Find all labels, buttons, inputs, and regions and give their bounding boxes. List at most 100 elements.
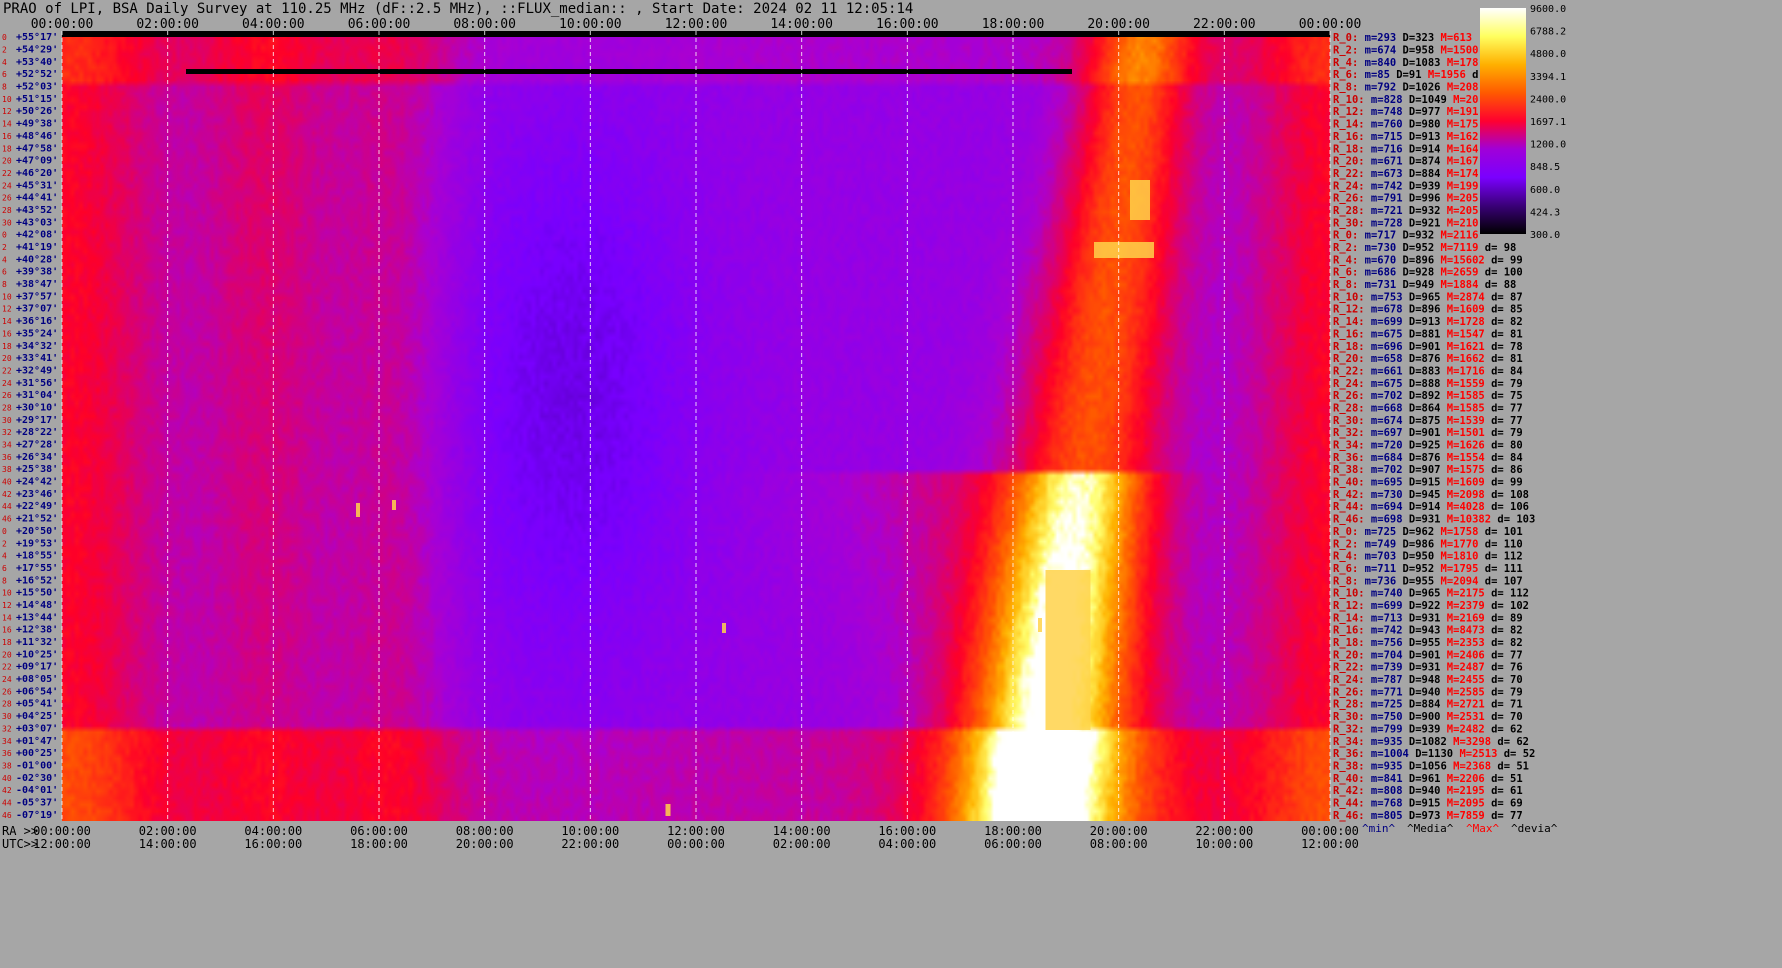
stat-row: R_8: m=736 D=955 M=2094 d= 107 bbox=[1333, 575, 1523, 587]
stat-min: m=792 bbox=[1358, 82, 1396, 94]
stat-min: m=760 bbox=[1365, 119, 1403, 131]
stat-min: m=748 bbox=[1365, 106, 1403, 118]
stat-median: D=955 bbox=[1396, 575, 1434, 587]
utc-tick-label: 22:00:00 bbox=[561, 837, 619, 851]
stat-median: D=901 bbox=[1403, 427, 1441, 439]
row-number: 4 bbox=[2, 58, 7, 67]
stat-row: R_28: m=725 D=884 M=2721 d= 71 bbox=[1333, 699, 1523, 711]
stat-label: R_46: bbox=[1333, 810, 1365, 822]
row-number: 36 bbox=[2, 453, 12, 462]
stat-median: D=945 bbox=[1403, 489, 1441, 501]
stat-min: m=828 bbox=[1365, 94, 1403, 106]
row-number: 44 bbox=[2, 798, 12, 807]
stats-legend-item: ^min^ bbox=[1362, 822, 1395, 835]
stat-median: D=955 bbox=[1403, 637, 1441, 649]
stat-max: M=2353 bbox=[1440, 637, 1484, 649]
stat-deviation: d= 71 bbox=[1485, 699, 1523, 711]
x-top-tick-label: 16:00:00 bbox=[876, 17, 939, 32]
stat-label: R_38: bbox=[1333, 760, 1365, 772]
stat-max: M=15602 bbox=[1434, 254, 1485, 266]
row-number: 8 bbox=[2, 280, 7, 289]
row-number: 26 bbox=[2, 391, 12, 400]
stat-max: M=613 bbox=[1434, 32, 1472, 44]
x-top-tick-label: 22:00:00 bbox=[1193, 17, 1256, 32]
stat-min: m=753 bbox=[1365, 291, 1403, 303]
stat-label: R_28: bbox=[1333, 699, 1365, 711]
stat-label: R_10: bbox=[1333, 588, 1365, 600]
declination-label: +47°58' bbox=[16, 143, 58, 154]
declination-label: +47°09' bbox=[16, 156, 58, 167]
stat-label: R_2: bbox=[1333, 538, 1358, 550]
stat-max: M=2585 bbox=[1440, 686, 1484, 698]
stat-label: R_8: bbox=[1333, 82, 1358, 94]
stat-max: M=1585 bbox=[1440, 390, 1484, 402]
declination-label: +44°41' bbox=[16, 193, 58, 204]
stat-row: R_24: m=742 D=939 M=199 bbox=[1333, 180, 1478, 192]
stat-min: m=697 bbox=[1365, 427, 1403, 439]
colorbar-tick-label: 600.0 bbox=[1530, 185, 1560, 196]
stat-median: D=874 bbox=[1403, 156, 1441, 168]
stat-row: R_18: m=756 D=955 M=2353 d= 82 bbox=[1333, 637, 1523, 649]
stat-row: R_0: m=725 D=962 M=1758 d= 101 bbox=[1333, 526, 1523, 538]
stat-min: m=675 bbox=[1365, 328, 1403, 340]
declination-label: +37°57' bbox=[16, 291, 58, 302]
row-number: 18 bbox=[2, 638, 12, 647]
row-number: 0 bbox=[2, 231, 7, 240]
stat-label: R_8: bbox=[1333, 279, 1358, 291]
stat-row: R_10: m=740 D=965 M=2175 d= 112 bbox=[1333, 588, 1529, 600]
declination-label: +03°07' bbox=[16, 723, 58, 734]
stat-row: R_34: m=720 D=925 M=1626 d= 80 bbox=[1333, 440, 1523, 452]
ra-tick-label: 10:00:00 bbox=[561, 824, 619, 838]
declination-label: +51°15' bbox=[16, 94, 58, 105]
stat-label: R_6: bbox=[1333, 267, 1358, 279]
stat-min: m=720 bbox=[1365, 440, 1403, 452]
stat-label: R_12: bbox=[1333, 600, 1365, 612]
stat-max: M=175 bbox=[1440, 119, 1478, 131]
stat-max: M=2098 bbox=[1440, 489, 1484, 501]
stat-deviation: d= 108 bbox=[1485, 489, 1529, 501]
row-number: 34 bbox=[2, 441, 12, 450]
declination-label: +35°24' bbox=[16, 328, 58, 339]
declination-label: +37°07' bbox=[16, 304, 58, 315]
row-number: 28 bbox=[2, 700, 12, 709]
row-number: 36 bbox=[2, 749, 12, 758]
row-number: 24 bbox=[2, 181, 12, 190]
stat-deviation: d bbox=[1466, 69, 1479, 81]
stat-median: D=876 bbox=[1403, 353, 1441, 365]
stat-deviation: d= 70 bbox=[1485, 674, 1523, 686]
stat-min: m=85 bbox=[1358, 69, 1390, 81]
declination-label: +15°50' bbox=[16, 588, 58, 599]
colorbar-tick-label: 4800.0 bbox=[1530, 49, 1566, 60]
stat-row: R_46: m=698 D=931 M=10382 d= 103 bbox=[1333, 514, 1535, 526]
stat-min: m=730 bbox=[1365, 489, 1403, 501]
ra-tick-label: 00:00:00 bbox=[33, 824, 91, 838]
utc-tick-label: 02:00:00 bbox=[773, 837, 831, 851]
stat-min: m=1004 bbox=[1365, 748, 1409, 760]
stat-label: R_24: bbox=[1333, 180, 1365, 192]
stat-max: M=2116 bbox=[1434, 230, 1478, 242]
stat-row: R_30: m=728 D=921 M=210 bbox=[1333, 217, 1478, 229]
stat-max: M=2379 bbox=[1440, 600, 1484, 612]
stat-deviation: d= 79 bbox=[1485, 427, 1523, 439]
stat-median: D=932 bbox=[1403, 205, 1441, 217]
declination-label: +24°42' bbox=[16, 477, 58, 488]
stat-row: R_2: m=730 D=952 M=7119 d= 98 bbox=[1333, 242, 1516, 254]
declination-label: +05°41' bbox=[16, 699, 58, 710]
colorbar-tick-label: 1200.0 bbox=[1530, 140, 1566, 151]
stat-max: M=4028 bbox=[1440, 501, 1484, 513]
stat-min: m=715 bbox=[1365, 131, 1403, 143]
stat-label: R_32: bbox=[1333, 723, 1365, 735]
stat-median: D=914 bbox=[1403, 501, 1441, 513]
stat-max: M=2169 bbox=[1440, 612, 1484, 624]
stat-label: R_36: bbox=[1333, 452, 1365, 464]
stat-min: m=756 bbox=[1365, 637, 1403, 649]
stat-min: m=742 bbox=[1365, 180, 1403, 192]
x-top-tick-label: 14:00:00 bbox=[770, 17, 833, 32]
stat-max: M=191 bbox=[1440, 106, 1478, 118]
row-number: 4 bbox=[2, 552, 7, 561]
row-number: 2 bbox=[2, 46, 7, 55]
stat-label: R_16: bbox=[1333, 625, 1365, 637]
stat-label: R_18: bbox=[1333, 637, 1365, 649]
declination-label: +45°31' bbox=[16, 180, 58, 191]
stat-median: D=949 bbox=[1396, 279, 1434, 291]
